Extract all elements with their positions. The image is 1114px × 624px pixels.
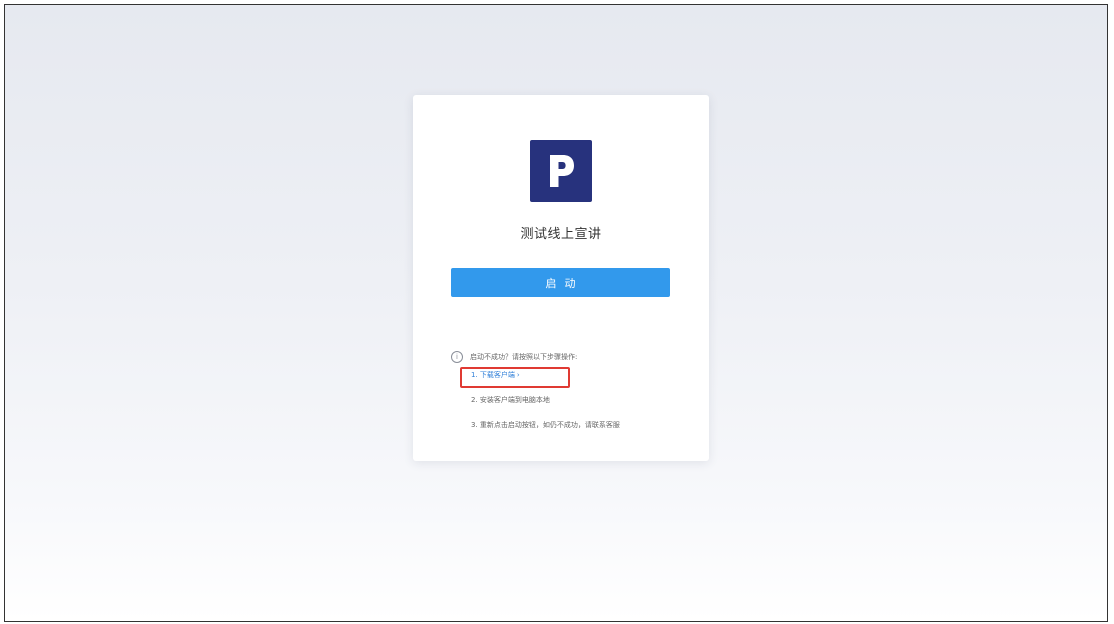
help-heading: i 启动不成功？请按照以下步骤操作:	[451, 350, 701, 364]
screenshot-frame: 测试线上宣讲 启动 i 启动不成功？请按照以下步骤操作: 1. 下载客户端 › 2…	[4, 4, 1108, 622]
help-section: i 启动不成功？请按照以下步骤操作: 1. 下载客户端 › 2. 安装客户端到电脑…	[451, 350, 701, 429]
app-logo	[530, 140, 592, 202]
help-heading-text: 启动不成功？请按照以下步骤操作:	[470, 353, 578, 361]
annotation-highlight-box	[460, 367, 570, 388]
step-2-text: 2. 安装客户端到电脑本地	[471, 396, 550, 404]
launch-button[interactable]: 启动	[451, 268, 670, 297]
step-3-text: 3. 重新点击启动按钮，如仍不成功，请联系客服	[471, 421, 620, 429]
launch-card: 测试线上宣讲 启动 i 启动不成功？请按照以下步骤操作: 1. 下载客户端 › 2…	[413, 95, 709, 461]
event-title: 测试线上宣讲	[520, 227, 602, 242]
logo-p-icon	[550, 155, 574, 187]
info-icon: i	[451, 351, 463, 363]
